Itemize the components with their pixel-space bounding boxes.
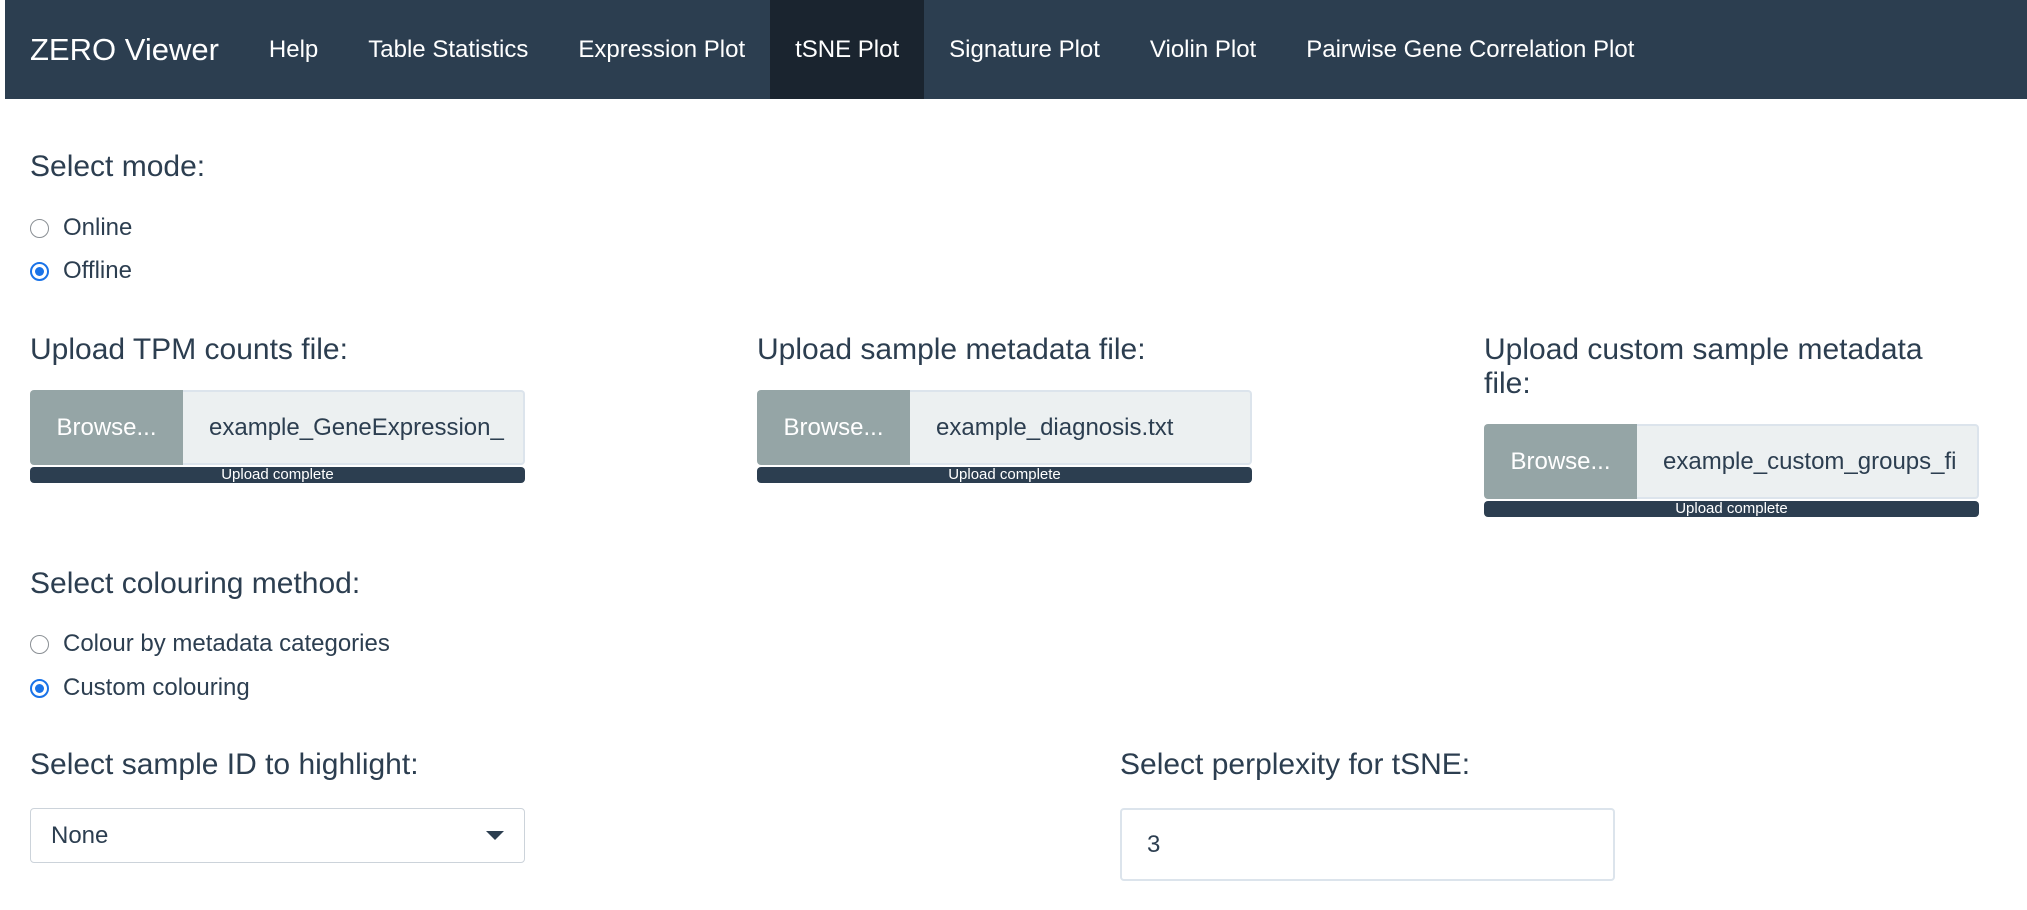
upload-metadata-label: Upload sample metadata file: xyxy=(757,333,1146,366)
radio-offline[interactable] xyxy=(30,261,49,281)
upload-custom-metadata-widget: Browse... example_custom_groups_fi Uploa… xyxy=(1484,424,1979,517)
highlight-label: Select sample ID to highlight: xyxy=(30,748,419,781)
highlight-select-value: None xyxy=(51,821,109,849)
highlight-sample-select[interactable]: None xyxy=(30,808,525,863)
browse-tpm-button[interactable]: Browse... xyxy=(30,390,183,465)
colouring-option-metadata-label: Colour by metadata categories xyxy=(63,630,390,657)
radio-online[interactable] xyxy=(30,218,49,238)
app-brand[interactable]: ZERO Viewer xyxy=(5,0,244,99)
mode-option-online-label: Online xyxy=(63,214,133,241)
upload-tpm-label: Upload TPM counts file: xyxy=(30,333,348,366)
tab-violin-plot[interactable]: Violin Plot xyxy=(1125,0,1281,99)
tab-help[interactable]: Help xyxy=(244,0,343,99)
perplexity-label: Select perplexity for tSNE: xyxy=(1120,748,1471,781)
tab-signature-plot[interactable]: Signature Plot xyxy=(924,0,1125,99)
mode-option-offline[interactable]: Offline xyxy=(30,257,132,285)
browse-metadata-button[interactable]: Browse... xyxy=(757,390,910,465)
mode-label: Select mode: xyxy=(30,150,206,183)
chevron-down-icon xyxy=(486,831,504,840)
tab-expression-plot[interactable]: Expression Plot xyxy=(553,0,770,99)
tab-tsne-plot[interactable]: tSNE Plot xyxy=(770,0,925,99)
mode-option-offline-label: Offline xyxy=(63,257,132,284)
tpm-upload-progress: Upload complete xyxy=(30,467,525,483)
browse-custom-metadata-button[interactable]: Browse... xyxy=(1484,424,1637,499)
tab-table-statistics[interactable]: Table Statistics xyxy=(343,0,553,99)
metadata-upload-progress: Upload complete xyxy=(757,467,1252,483)
colouring-option-custom[interactable]: Custom colouring xyxy=(30,674,250,702)
upload-custom-metadata-label: Upload custom sample metadata file: xyxy=(1484,333,1923,401)
perplexity-input[interactable] xyxy=(1120,808,1615,881)
radio-custom-colouring[interactable] xyxy=(30,678,49,698)
custom-metadata-upload-progress: Upload complete xyxy=(1484,501,1979,517)
upload-custom-metadata-label-line2: file: xyxy=(1484,367,1531,400)
colouring-option-metadata[interactable]: Colour by metadata categories xyxy=(30,630,390,658)
upload-custom-metadata-label-line1: Upload custom sample metadata xyxy=(1484,333,1923,366)
mode-option-online[interactable]: Online xyxy=(30,214,132,242)
metadata-file-name[interactable]: example_diagnosis.txt xyxy=(910,390,1252,465)
colouring-label: Select colouring method: xyxy=(30,567,361,600)
colouring-option-custom-label: Custom colouring xyxy=(63,674,250,701)
tpm-file-name[interactable]: example_GeneExpression_ xyxy=(183,390,525,465)
top-navbar: ZERO Viewer Help Table Statistics Expres… xyxy=(5,0,2027,99)
tab-pairwise-gene-correlation-plot[interactable]: Pairwise Gene Correlation Plot xyxy=(1281,0,1659,99)
custom-metadata-file-name[interactable]: example_custom_groups_fi xyxy=(1637,424,1979,499)
upload-metadata-widget: Browse... example_diagnosis.txt Upload c… xyxy=(757,390,1252,483)
radio-colour-by-metadata[interactable] xyxy=(30,634,49,654)
upload-tpm-widget: Browse... example_GeneExpression_ Upload… xyxy=(30,390,525,483)
